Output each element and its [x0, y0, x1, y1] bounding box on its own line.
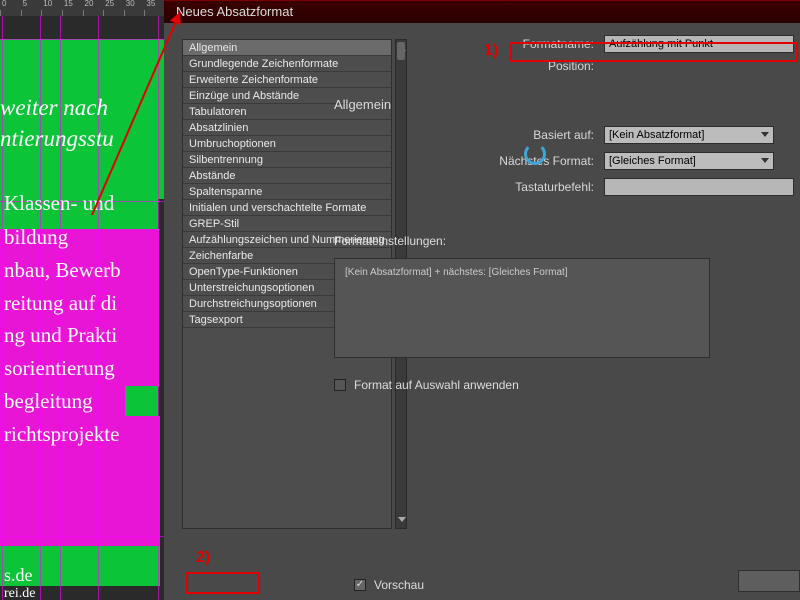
doc-list-item: reitung auf di [4, 288, 165, 318]
category-item[interactable]: Silbentrennung [183, 152, 391, 168]
category-item[interactable]: GREP-Stil [183, 216, 391, 232]
formatname-label: Formatname: [414, 37, 604, 51]
loading-spinner-icon [524, 143, 546, 165]
formatname-input[interactable] [604, 35, 794, 53]
preview-row[interactable]: Vorschau [354, 578, 424, 592]
doc-list-item: ng und Prakti [4, 320, 165, 350]
preview-label: Vorschau [374, 578, 424, 592]
document-canvas: weiter nach ntierungsstu Klassen- und bi… [0, 0, 165, 600]
category-content-panel: Formatname: Position: Allgemein Basiert … [414, 31, 800, 600]
horizontal-ruler [0, 0, 165, 16]
doc-list-item: begleitung [4, 386, 165, 416]
based-on-dropdown[interactable]: [Kein Absatzformat] [604, 126, 774, 144]
doc-list-item: bildung [4, 222, 165, 252]
doc-list-item: sorientierung [4, 353, 165, 383]
category-item[interactable]: Abstände [183, 168, 391, 184]
apply-to-selection-label: Format auf Auswahl anwenden [354, 378, 519, 392]
doc-list-item: richtsprojekte [4, 419, 165, 449]
doc-list-item: Klassen- und [4, 188, 165, 218]
format-settings-label: Formateinstellungen: [334, 234, 800, 248]
dialog-title: Neues Absatzformat [164, 1, 800, 23]
category-item[interactable]: Initialen und verschachtelte Formate [183, 200, 391, 216]
position-label: Position: [414, 59, 604, 73]
category-item[interactable]: Umbruchoptionen [183, 136, 391, 152]
category-item[interactable]: Erweiterte Zeichenformate [183, 72, 391, 88]
paragraph-style-dialog: Neues Absatzformat AllgemeinGrundlegende… [164, 0, 800, 600]
doc-list-item: nbau, Bewerb [4, 255, 165, 285]
doc-heading-line: weiter nach [0, 93, 165, 123]
category-item[interactable]: Grundlegende Zeichenformate [183, 56, 391, 72]
shortcut-input[interactable] [604, 178, 794, 196]
based-on-label: Basiert auf: [414, 128, 604, 142]
shortcut-label: Tastaturbefehl: [414, 180, 604, 194]
doc-footer-url: rei.de [4, 579, 165, 600]
next-format-dropdown[interactable]: [Gleiches Format] [604, 152, 774, 170]
scroll-down-icon[interactable] [398, 517, 406, 522]
category-item[interactable]: Allgemein [183, 40, 391, 56]
format-settings-box: [Kein Absatzformat] + nächstes: [Gleiche… [334, 258, 710, 358]
category-item[interactable]: Spaltenspanne [183, 184, 391, 200]
doc-heading-line: ntierungsstu [0, 124, 165, 154]
apply-to-selection-checkbox[interactable] [334, 379, 346, 391]
allgemein-header: Allgemein [334, 97, 800, 112]
category-item[interactable]: Absatzlinien [183, 120, 391, 136]
preview-checkbox[interactable] [354, 579, 366, 591]
apply-to-selection-row[interactable]: Format auf Auswahl anwenden [334, 378, 800, 392]
ok-button[interactable] [738, 570, 800, 592]
next-format-label: Nächstes Format: [414, 154, 604, 168]
